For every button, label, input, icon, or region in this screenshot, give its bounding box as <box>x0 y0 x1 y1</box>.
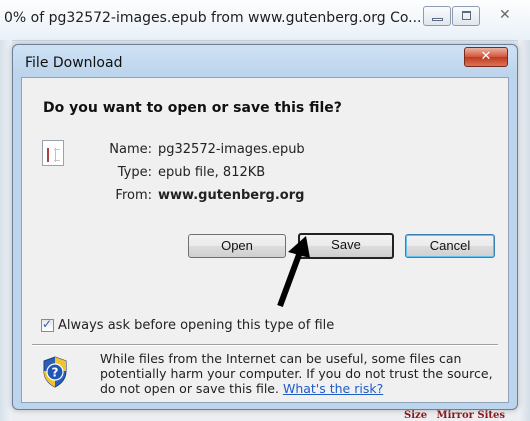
screen: 0% of pg32572-images.epub from www.guten… <box>0 0 530 421</box>
whats-the-risk-link[interactable]: What's the risk? <box>283 381 383 396</box>
always-ask-checkbox[interactable]: ✓ <box>41 317 54 332</box>
type-label: Type: <box>117 165 152 180</box>
type-value: epub file, 812KB <box>158 165 266 180</box>
security-warning-text: While files from the Internet can be use… <box>100 351 500 396</box>
size-column-label: Size <box>404 410 428 421</box>
background-page-text: Size Mirror Sites <box>404 410 511 421</box>
maximize-button[interactable] <box>452 6 480 26</box>
name-label: Name: <box>109 142 152 157</box>
close-icon: ✕ <box>499 7 511 23</box>
window-edge-right <box>518 40 530 421</box>
pointer-arrow-icon <box>277 236 310 308</box>
progress-window-titlebar: 0% of pg32572-images.epub from www.guten… <box>0 0 530 41</box>
dialog-body: Do you want to open or save this file? N… <box>21 77 509 403</box>
epub-file-icon <box>42 140 64 166</box>
from-value: www.gutenberg.org <box>158 188 305 203</box>
checkmark-icon: ✓ <box>42 317 53 331</box>
cancel-button[interactable]: Cancel <box>405 234 495 258</box>
security-info-panel: ? While files from the Internet can be u… <box>22 346 508 402</box>
dialog-question: Do you want to open or save this file? <box>43 100 342 116</box>
progress-window-title: 0% of pg32572-images.epub from www.guten… <box>4 10 422 26</box>
from-label: From: <box>115 188 152 203</box>
dialog-close-button[interactable]: ✕ <box>464 47 508 67</box>
svg-text:?: ? <box>52 366 59 380</box>
name-value: pg32572-images.epub <box>158 142 305 157</box>
dialog-title: File Download <box>25 55 123 71</box>
mirror-sites-label: Mirror Sites <box>436 410 506 421</box>
file-download-dialog: File Download ✕ Do you want to open or s… <box>12 44 518 410</box>
window-edge-left <box>0 40 12 421</box>
security-shield-icon: ? <box>43 356 67 388</box>
minimize-button[interactable] <box>423 6 451 26</box>
progress-close-button[interactable]: ✕ <box>486 6 522 26</box>
close-icon: ✕ <box>480 49 492 64</box>
always-ask-label[interactable]: Always ask before opening this type of f… <box>58 318 334 333</box>
